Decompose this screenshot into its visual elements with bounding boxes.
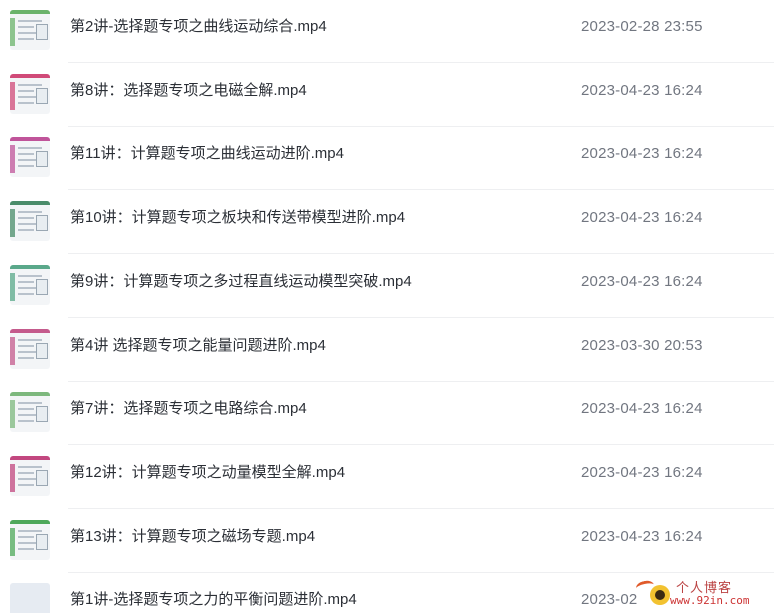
file-name[interactable]: 第4讲 选择题专项之能量问题进阶.mp4 xyxy=(70,319,326,372)
video-thumbnail-icon[interactable] xyxy=(10,329,50,369)
file-row[interactable]: 第8讲：选择题专项之电磁全解.mp4 2023-04-23 16:24 xyxy=(0,64,774,127)
file-date: 2023-02-28 23:55 xyxy=(581,18,703,35)
file-date: 2023-04-23 16:24 xyxy=(581,528,703,545)
file-date: 2023-02 xyxy=(581,591,638,608)
file-name[interactable]: 第12讲：计算题专项之动量模型全解.mp4 xyxy=(70,446,345,499)
file-date: 2023-04-23 16:24 xyxy=(581,82,703,99)
file-name[interactable]: 第1讲-选择题专项之力的平衡问题进阶.mp4 xyxy=(70,573,357,613)
file-name[interactable]: 第7讲：选择题专项之电路综合.mp4 xyxy=(70,382,307,435)
file-row[interactable]: 第13讲：计算题专项之磁场专题.mp4 2023-04-23 16:24 xyxy=(0,510,774,573)
video-thumbnail-icon[interactable] xyxy=(10,201,50,241)
file-row[interactable]: 第7讲：选择题专项之电路综合.mp4 2023-04-23 16:24 xyxy=(0,382,774,445)
file-name[interactable]: 第9讲：计算题专项之多过程直线运动模型突破.mp4 xyxy=(70,255,412,308)
watermark-logo-icon xyxy=(650,585,670,605)
file-list: 第2讲-选择题专项之曲线运动综合.mp4 2023-02-28 23:55 第8讲：… xyxy=(0,0,774,613)
watermark-url: www.92in.com xyxy=(670,594,750,607)
file-date: 2023-04-23 16:24 xyxy=(581,209,703,226)
file-name[interactable]: 第13讲：计算题专项之磁场专题.mp4 xyxy=(70,510,315,563)
file-row[interactable]: 第10讲：计算题专项之板块和传送带模型进阶.mp4 2023-04-23 16:2… xyxy=(0,191,774,254)
video-thumbnail-icon[interactable] xyxy=(10,520,50,560)
file-row[interactable]: 第12讲：计算题专项之动量模型全解.mp4 2023-04-23 16:24 xyxy=(0,446,774,509)
file-date: 2023-04-23 16:24 xyxy=(581,273,703,290)
video-thumbnail-icon[interactable] xyxy=(10,456,50,496)
video-thumbnail-icon[interactable] xyxy=(10,583,50,613)
file-row[interactable]: 第4讲 选择题专项之能量问题进阶.mp4 2023-03-30 20:53 xyxy=(0,319,774,382)
file-row[interactable]: 第11讲：计算题专项之曲线运动进阶.mp4 2023-04-23 16:24 xyxy=(0,127,774,190)
video-thumbnail-icon[interactable] xyxy=(10,265,50,305)
file-date: 2023-04-23 16:24 xyxy=(581,145,703,162)
file-name[interactable]: 第10讲：计算题专项之板块和传送带模型进阶.mp4 xyxy=(70,191,405,244)
file-name[interactable]: 第11讲：计算题专项之曲线运动进阶.mp4 xyxy=(70,127,344,180)
watermark: 个人博客 www.92in.com xyxy=(635,577,766,611)
file-name[interactable]: 第2讲-选择题专项之曲线运动综合.mp4 xyxy=(70,0,327,53)
file-row[interactable]: 第9讲：计算题专项之多过程直线运动模型突破.mp4 2023-04-23 16:2… xyxy=(0,255,774,318)
file-row[interactable]: 第2讲-选择题专项之曲线运动综合.mp4 2023-02-28 23:55 xyxy=(0,0,774,63)
video-thumbnail-icon[interactable] xyxy=(10,392,50,432)
file-date: 2023-04-23 16:24 xyxy=(581,464,703,481)
video-thumbnail-icon[interactable] xyxy=(10,74,50,114)
video-thumbnail-icon[interactable] xyxy=(10,137,50,177)
file-date: 2023-04-23 16:24 xyxy=(581,400,703,417)
video-thumbnail-icon[interactable] xyxy=(10,10,50,50)
file-date: 2023-03-30 20:53 xyxy=(581,337,703,354)
file-name[interactable]: 第8讲：选择题专项之电磁全解.mp4 xyxy=(70,64,307,117)
